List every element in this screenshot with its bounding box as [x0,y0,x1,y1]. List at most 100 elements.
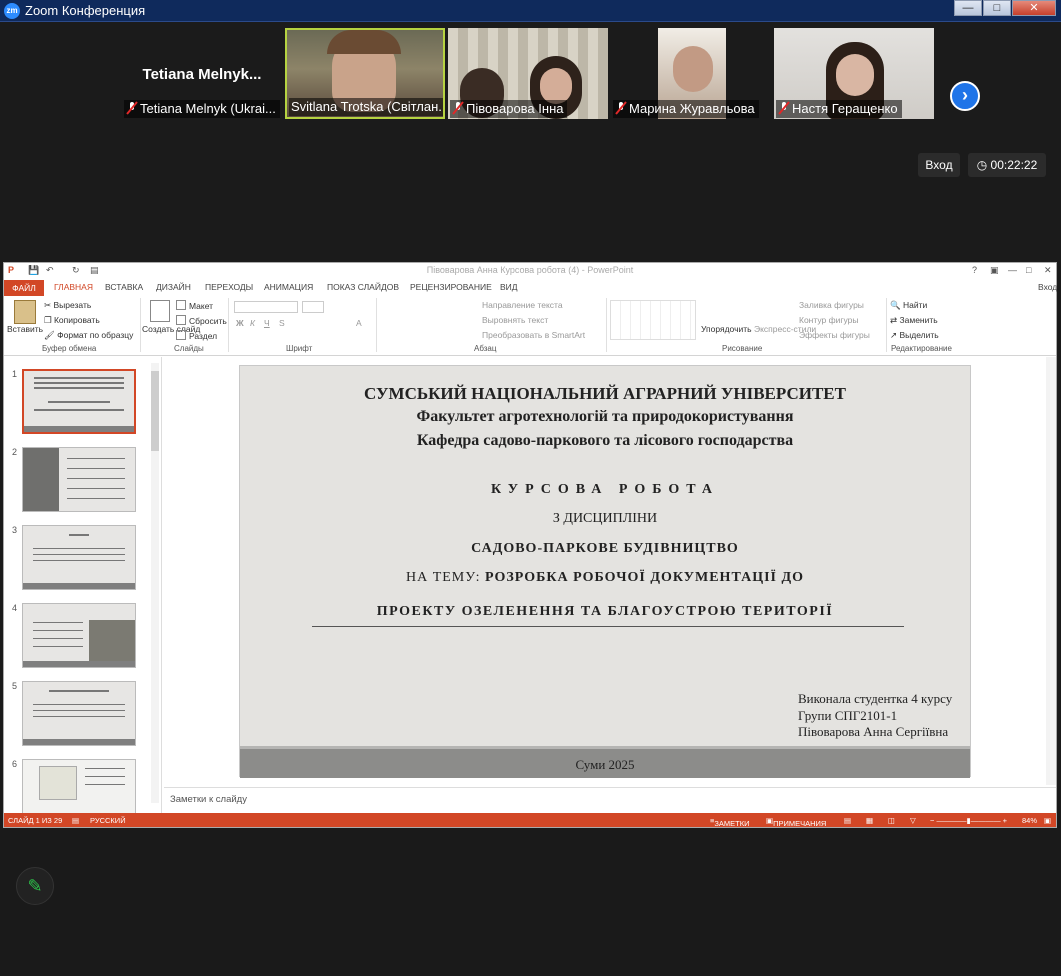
thumb-line [49,690,109,692]
slide-thumbnail[interactable] [22,369,136,434]
replace-button[interactable]: ⇄ Заменить [890,315,938,326]
normal-view-icon[interactable]: ▤ [844,816,851,825]
next-page-icon[interactable]: › [950,81,980,111]
cut-button[interactable]: ✂ Вырезать [44,300,91,311]
thumbs-scroll-thumb[interactable] [151,371,159,451]
slide-thumbnail[interactable] [22,525,136,590]
slide-author-block: Виконала студентка 4 курсу Групи СПГ2101… [798,691,952,741]
paste-button[interactable]: Вставить [7,324,43,334]
text-direction-button[interactable]: Направление текста [482,300,563,310]
slide-thumbnail[interactable] [22,447,136,512]
thumb-line [34,382,124,384]
zoom-bottom-area: ✎ [0,830,1061,976]
comments-toggle[interactable]: ▣ ПРИМЕЧАНИЯ [766,816,826,828]
reset-button[interactable]: Сбросить [176,315,227,326]
thumbs-scrollbar[interactable] [151,363,159,803]
thumb-line [33,704,125,705]
sorter-view-icon[interactable]: ▦ [866,816,873,825]
pencil-icon[interactable]: ✎ [16,867,54,905]
new-slide-icon[interactable] [150,300,170,322]
language-status[interactable]: РУССКИЙ [90,816,126,825]
tab-review[interactable]: РЕЦЕНЗИРОВАНИЕ [410,282,492,292]
thumb-line [67,498,125,499]
tab-home[interactable]: ГЛАВНАЯ [54,282,93,292]
tab-design[interactable]: ДИЗАЙН [156,282,191,292]
slide-thumbnail[interactable] [22,759,136,813]
slide-theme-title: РОЗРОБКА РОБОЧОЇ ДОКУМЕНТАЦІЇ ДО [485,570,804,585]
slide-work-type: КУРСОВА РОБОТА [490,482,720,497]
thumb-line [69,534,89,536]
align-text-button[interactable]: Выровнять текст [482,315,548,325]
zoom-titlebar: zm Zoom Конференция — □ ✕ [0,0,1061,22]
thumb-line [34,387,124,389]
participant-tile[interactable]: Марина Журавльова [611,28,771,119]
underline-icon[interactable]: Ч [264,318,270,328]
ribbon-display-icon[interactable]: ▣ [990,265,999,276]
shapes-gallery[interactable] [610,300,696,340]
spellcheck-icon[interactable]: ▤ [72,816,79,825]
slide-scrollbar[interactable] [1046,357,1056,785]
enter-button[interactable]: Вход [918,153,960,177]
notes-pane[interactable]: Заметки к слайду [164,787,1056,813]
minimize-icon[interactable]: — [954,0,982,16]
format-painter-button[interactable]: 🖌 Формат по образцу [44,330,133,341]
slide-thumbnail[interactable] [22,681,136,746]
zoom-level[interactable]: 84% [1022,816,1037,825]
close-icon[interactable]: ✕ [1012,0,1056,16]
layout-button[interactable]: Макет [176,300,213,311]
fit-slide-icon[interactable]: ▣ [1044,816,1051,825]
shape-effects-button[interactable]: Эффекты фигуры [799,330,870,340]
shape-fill-button[interactable]: Заливка фигуры [799,300,864,310]
paste-icon[interactable] [14,300,36,324]
slide-counter: СЛАЙД 1 ИЗ 29 [8,816,63,825]
tab-slideshow[interactable]: ПОКАЗ СЛАЙДОВ [327,282,399,292]
help-icon[interactable]: ? [972,265,977,275]
notes-placeholder: Заметки к слайду [170,794,247,805]
find-button[interactable]: 🔍 Найти [890,300,927,311]
notes-toggle[interactable]: ≡ ЗАМЕТКИ [710,816,750,828]
select-button[interactable]: ↗ Выделить [890,330,939,341]
current-slide[interactable]: СУМСЬКИЙ НАЦІОНАЛЬНИЙ АГРАРНИЙ УНІВЕРСИТ… [239,365,971,778]
participant-tile[interactable]: Tetiana Melnyk... Tetiana Melnyk (Ukrai.… [122,28,282,119]
copy-button[interactable]: ❐ Копировать [44,315,100,326]
mic-muted-icon [126,101,138,115]
slideshow-view-icon[interactable]: ▽ [910,816,916,825]
sign-in-link[interactable]: Вход [1038,282,1057,292]
ppt-close-icon[interactable]: ✕ [1044,265,1052,276]
font-name-select[interactable] [234,301,298,313]
section-icon [176,330,186,340]
bold-icon[interactable]: Ж [236,318,244,328]
tab-animation[interactable]: АНИМАЦИЯ [264,282,313,292]
tab-insert[interactable]: ВСТАВКА [105,282,143,292]
smartart-button[interactable]: Преобразовать в SmartArt [482,330,585,340]
shape-outline-button[interactable]: Контур фигуры [799,315,858,325]
participant-caption: Півоварова Інна [450,100,568,118]
reading-view-icon[interactable]: ◫ [888,816,895,825]
participant-name: Півоварова Інна [466,101,564,116]
italic-icon[interactable]: К [250,318,255,328]
slide-thumbnail[interactable] [22,603,136,668]
layout-icon [176,300,186,310]
replace-label: Заменить [899,315,938,325]
font-size-select[interactable] [302,301,324,313]
participant-tile[interactable]: Svitlana Trotska (Світлан... [285,28,445,119]
tab-file[interactable]: ФАЙЛ [4,280,44,296]
mic-muted-icon [778,101,790,115]
thumb-line [33,554,125,555]
ppt-restore-icon[interactable]: □ [1026,265,1031,275]
tab-view[interactable]: ВИД [500,282,518,292]
thumb-number: 5 [12,681,18,691]
font-color-icon[interactable]: A [356,318,362,328]
find-label: Найти [902,300,928,310]
font-group-label: Шрифт [286,344,313,353]
participant-tile[interactable]: Настя Геращенко [774,28,934,119]
strikethrough-icon[interactable]: S [279,318,285,328]
participant-tile[interactable]: Півоварова Інна [448,28,608,119]
ppt-minimize-icon[interactable]: — [1008,265,1017,275]
section-button[interactable]: Раздел [176,330,217,341]
maximize-icon[interactable]: □ [983,0,1011,16]
zoom-slider[interactable]: − ————▮———— + [930,816,1007,825]
arrange-button[interactable]: Упорядочить [701,324,752,334]
thumb-footer [23,739,135,745]
tab-transitions[interactable]: ПЕРЕХОДЫ [205,282,253,292]
